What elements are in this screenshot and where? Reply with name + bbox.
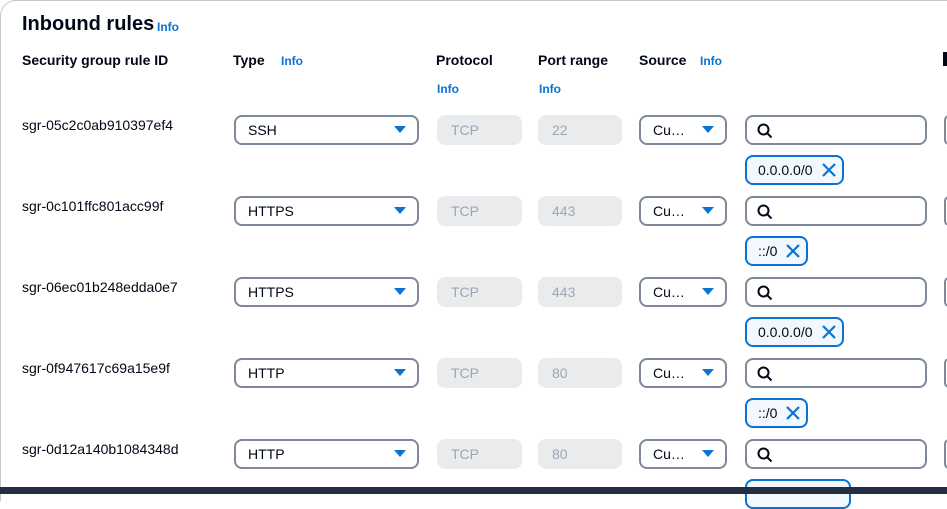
source-type-value: Cu… (653, 284, 685, 300)
close-icon[interactable] (821, 325, 836, 339)
search-icon (757, 366, 773, 382)
type-select[interactable]: HTTP (234, 439, 419, 469)
type-select[interactable]: HTTPS (234, 277, 419, 307)
type-select[interactable]: HTTP (234, 358, 419, 388)
source-token-label: ::/0 (758, 243, 778, 259)
source-type-select[interactable]: Cu… (639, 358, 727, 388)
header-protocol: Protocol (436, 52, 493, 68)
type-info-link[interactable]: Info (281, 54, 303, 68)
source-token-label: 0.0.0.0/0 (758, 162, 813, 178)
port-range-field: 443 (538, 196, 622, 226)
source-token-label: 0.0.0.0/0 (758, 324, 813, 340)
port-range-field: 22 (538, 115, 622, 145)
rule-id: sgr-0f947617c69a15e9f (22, 360, 170, 376)
source-token: 0.0.0.0/0 (745, 317, 844, 347)
port-range-field: 443 (538, 277, 622, 307)
protocol-field: TCP (437, 115, 522, 145)
source-search-input[interactable] (745, 115, 927, 145)
source-token (745, 479, 851, 509)
source-type-select[interactable]: Cu… (639, 196, 727, 226)
rule-id: sgr-0d12a140b1084348d (22, 441, 179, 457)
header-port-range: Port range (538, 52, 609, 68)
section-info-link[interactable]: Info (157, 20, 179, 34)
caret-down-icon (702, 288, 714, 295)
section-title: Inbound rules (22, 13, 155, 35)
caret-down-icon (702, 450, 714, 457)
source-type-value: Cu… (653, 446, 685, 462)
caret-down-icon (394, 288, 406, 295)
rule-id: sgr-06ec01b248edda0e7 (22, 279, 178, 295)
search-icon (757, 285, 773, 301)
type-value: HTTP (248, 446, 285, 462)
source-type-select[interactable]: Cu… (639, 115, 727, 145)
taskbar-strip (0, 487, 947, 494)
protocol-info-link[interactable]: Info (437, 82, 459, 96)
caret-down-icon (394, 369, 406, 376)
port-range-field: 80 (538, 439, 622, 469)
caret-down-icon (394, 126, 406, 133)
type-value: HTTPS (248, 284, 294, 300)
type-select[interactable]: HTTPS (234, 196, 419, 226)
caret-down-icon (394, 207, 406, 214)
caret-down-icon (702, 369, 714, 376)
source-type-select[interactable]: Cu… (639, 277, 727, 307)
close-icon[interactable] (786, 244, 801, 258)
next-column-header-edge (943, 52, 947, 66)
type-value: HTTP (248, 365, 285, 381)
search-icon (757, 123, 773, 139)
source-type-value: Cu… (653, 365, 685, 381)
port-range-info-link[interactable]: Info (539, 82, 561, 96)
header-rule-id: Security group rule ID (22, 52, 169, 68)
caret-down-icon (394, 450, 406, 457)
source-type-value: Cu… (653, 122, 685, 138)
search-icon (757, 204, 773, 220)
port-range-field: 80 (538, 358, 622, 388)
source-type-value: Cu… (653, 203, 685, 219)
caret-down-icon (702, 207, 714, 214)
source-token-label: ::/0 (758, 405, 778, 421)
header-type: Type (233, 52, 265, 68)
close-icon[interactable] (786, 406, 801, 420)
type-value: HTTPS (248, 203, 294, 219)
caret-down-icon (702, 126, 714, 133)
source-search-input[interactable] (745, 196, 927, 226)
header-source: Source (639, 52, 687, 68)
protocol-field: TCP (437, 358, 522, 388)
source-token: 0.0.0.0/0 (745, 155, 844, 185)
source-search-input[interactable] (745, 277, 927, 307)
source-search-input[interactable] (745, 439, 927, 469)
source-info-link[interactable]: Info (700, 54, 722, 68)
close-icon[interactable] (821, 163, 836, 177)
search-icon (757, 447, 773, 463)
source-type-select[interactable]: Cu… (639, 439, 727, 469)
source-token: ::/0 (745, 236, 809, 266)
type-select[interactable]: SSH (234, 115, 419, 145)
protocol-field: TCP (437, 439, 522, 469)
source-token: ::/0 (745, 398, 809, 428)
protocol-field: TCP (437, 277, 522, 307)
protocol-field: TCP (437, 196, 522, 226)
rule-id: sgr-0c101ffc801acc99f (22, 198, 164, 214)
source-search-input[interactable] (745, 358, 927, 388)
rule-id: sgr-05c2c0ab910397ef4 (22, 117, 174, 133)
type-value: SSH (248, 122, 277, 138)
